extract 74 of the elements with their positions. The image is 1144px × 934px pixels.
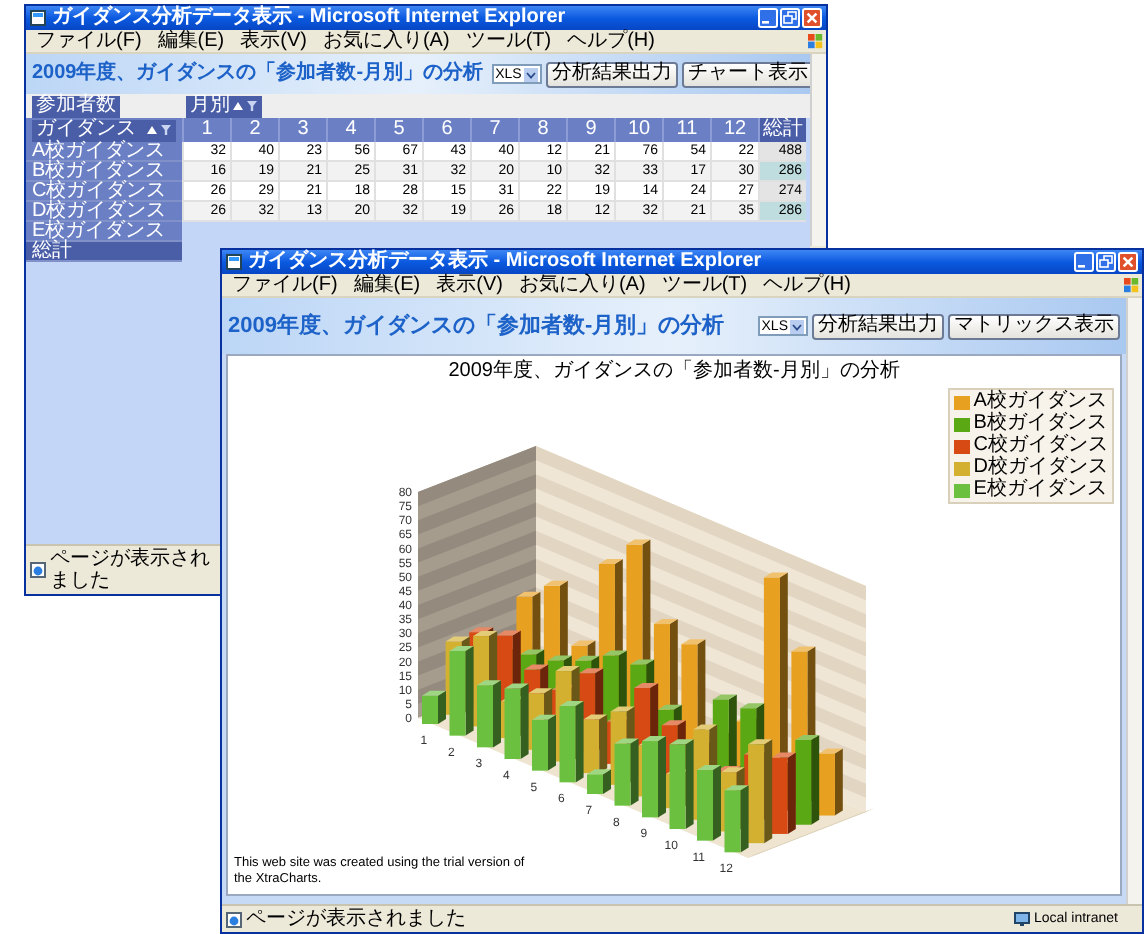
page-heading: 2009年度、ガイダンスの「参加者数-月別」の分析	[32, 64, 484, 84]
menu-item[interactable]: ファイル(F)	[232, 275, 338, 295]
flag-logo-icon	[806, 32, 824, 50]
action-button[interactable]: マトリックス表示	[948, 313, 1120, 339]
row-header: B校ガイダンス	[26, 162, 182, 182]
restore-icon[interactable]	[780, 8, 800, 28]
action-button[interactable]: 分析結果出力	[545, 61, 678, 87]
column-header: 6	[422, 118, 470, 142]
column-header: 12	[710, 118, 758, 142]
page-icon	[30, 10, 46, 26]
chart-bar	[614, 738, 639, 806]
legend-label: A校ガイダンス	[973, 392, 1107, 412]
scrollbar[interactable]	[1126, 298, 1142, 904]
column-header: 7	[470, 118, 518, 142]
menu-item[interactable]: お気に入り(A)	[322, 31, 450, 51]
filter-icon	[160, 124, 172, 136]
row-header: 総計	[26, 242, 182, 262]
status-text: ページが表示されました	[50, 548, 210, 592]
menu-item[interactable]: 表示(V)	[436, 275, 503, 295]
row-header: C校ガイダンス	[26, 182, 182, 202]
chart-bar	[697, 765, 721, 841]
menu-item[interactable]: 編集(E)	[157, 31, 225, 51]
column-header: 11	[662, 118, 710, 142]
page-heading: 2009年度、ガイダンスの「参加者数-月別」の分析	[228, 315, 725, 337]
column-header: 5	[374, 118, 422, 142]
filter-icon	[246, 100, 258, 112]
chart-title: 2009年度、ガイダンスの「参加者数-月別」の分析	[446, 362, 902, 382]
column-header: 9	[566, 118, 614, 142]
window-title: ガイダンス分析データ表示 - Microsoft Internet Explorer	[248, 252, 764, 272]
menu-item[interactable]: 編集(E)	[353, 275, 421, 295]
page-icon	[30, 562, 46, 578]
menu-item[interactable]: ツール(T)	[465, 31, 552, 51]
action-button[interactable]: チャート表示	[681, 61, 814, 87]
legend-label: B校ガイダンス	[973, 414, 1107, 434]
chart-bar	[449, 646, 474, 736]
minimize-icon[interactable]	[758, 8, 778, 28]
status-text: ページが表示されました	[246, 908, 466, 930]
column-header: 8	[518, 118, 566, 142]
close-icon[interactable]	[1118, 252, 1138, 272]
close-icon[interactable]	[802, 8, 822, 28]
menu-item[interactable]: ファイル(F)	[36, 31, 142, 51]
legend-label: D校ガイダンス	[973, 458, 1108, 478]
page-icon	[226, 911, 242, 927]
field-chip[interactable]: 月別	[186, 95, 262, 117]
menu-item[interactable]: 表示(V)	[240, 31, 307, 51]
scrollbar[interactable]	[810, 54, 826, 246]
caret-icon	[523, 67, 538, 81]
row-header: A校ガイダンス	[26, 142, 182, 162]
sort-icon	[146, 124, 158, 136]
caret-icon	[790, 319, 804, 333]
computer-icon	[1013, 912, 1030, 926]
field-chip[interactable]: ガイダンス	[32, 119, 176, 141]
window-title: ガイダンス分析データ表示 - Microsoft Internet Explorer	[52, 8, 568, 28]
page-icon	[226, 254, 242, 270]
menu-item[interactable]: お気に入り(A)	[518, 275, 646, 295]
column-header: 2	[230, 118, 278, 142]
column-header: 総計	[758, 118, 806, 142]
column-header: 1	[182, 118, 230, 142]
flag-logo-icon	[1122, 276, 1140, 294]
minimize-icon[interactable]	[1074, 252, 1094, 272]
row-header: E校ガイダンス	[26, 222, 182, 242]
action-button[interactable]: 分析結果出力	[812, 313, 944, 339]
menu-item[interactable]: ツール(T)	[661, 275, 748, 295]
sort-icon	[232, 100, 244, 112]
row-header: D校ガイダンス	[26, 202, 182, 222]
column-header: 4	[326, 118, 374, 142]
menu-item[interactable]: ヘルプ(H)	[763, 275, 851, 295]
field-chip[interactable]: 参加者数	[32, 95, 120, 117]
legend-label: C校ガイダンス	[973, 436, 1108, 456]
restore-icon[interactable]	[1096, 252, 1116, 272]
menu-item[interactable]: ヘルプ(H)	[567, 31, 655, 51]
column-header: 3	[278, 118, 326, 142]
column-header: 10	[614, 118, 662, 142]
legend-label: E校ガイダンス	[973, 480, 1107, 500]
